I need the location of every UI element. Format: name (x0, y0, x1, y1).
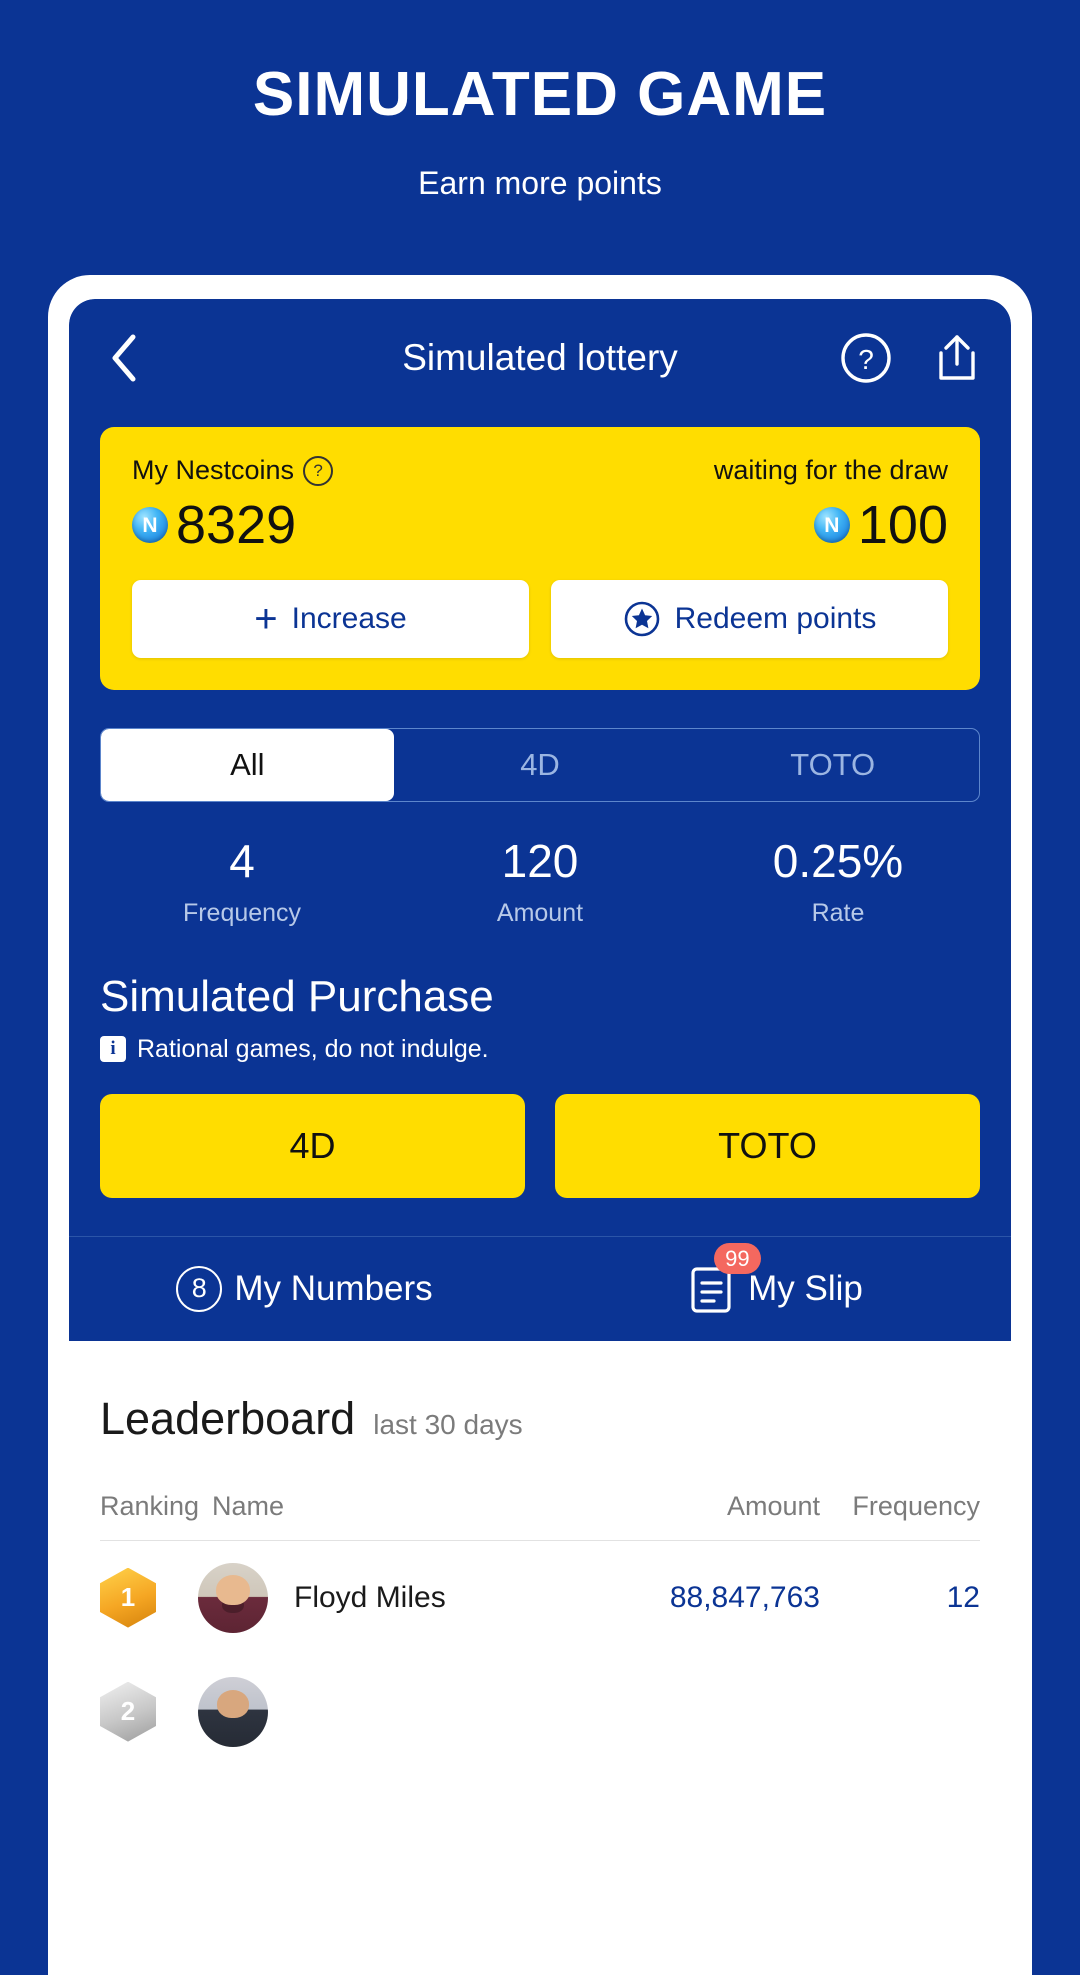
tab-toto[interactable]: TOTO (686, 729, 979, 801)
stats-row: 4 Frequency 120 Amount 0.25% Rate (93, 836, 987, 928)
tab-4d[interactable]: 4D (394, 729, 687, 801)
navbar-actions: ? (839, 331, 983, 385)
my-slip-icon-wrap: 99 (688, 1242, 761, 1315)
my-slip-button[interactable]: 99 My Slip (540, 1237, 1011, 1341)
leaderboard-section: Leaderboard last 30 days Ranking Name Am… (69, 1340, 1011, 1769)
stat-rate-label: Rate (811, 898, 865, 927)
stat-amount: 120 Amount (391, 836, 689, 928)
help-button[interactable]: ? (839, 331, 893, 385)
row-frequency: 12 (946, 1580, 980, 1614)
phone-screen: Simulated lottery ? My Nestcoins ? N 832… (69, 299, 1011, 1975)
promo-subtitle: Earn more points (418, 165, 662, 202)
my-slip-label: My Slip (748, 1268, 863, 1308)
stat-frequency-value: 4 (229, 835, 255, 887)
stat-amount-label: Amount (496, 898, 584, 927)
avatar (198, 1676, 268, 1747)
simulated-purchase-note-text: Rational games, do not indulge. (137, 1034, 489, 1063)
my-numbers-button[interactable]: 8 My Numbers (69, 1237, 540, 1341)
table-row[interactable]: 2 (100, 1655, 980, 1769)
rank-medal-gold: 1 (100, 1567, 156, 1628)
question-circle-icon: ? (841, 333, 891, 383)
stat-rate: 0.25% Rate (689, 836, 987, 928)
phone-frame: Simulated lottery ? My Nestcoins ? N 832… (48, 275, 1032, 1975)
filter-tabs: All 4D TOTO (100, 728, 980, 802)
promo-header: SIMULATED GAME Earn more points (0, 0, 1080, 202)
column-frequency: Frequency (852, 1490, 980, 1521)
my-nestcoins-block: My Nestcoins ? N 8329 (132, 455, 334, 552)
simulated-purchase-section: Simulated Purchase i Rational games, do … (100, 972, 980, 1198)
avatar (198, 1562, 268, 1633)
nestcoins-row: My Nestcoins ? N 8329 waiting for the dr… (132, 455, 948, 552)
chevron-left-icon (112, 334, 136, 382)
my-slip-badge: 99 (714, 1242, 761, 1275)
stat-amount-value: 120 (501, 835, 579, 887)
waiting-draw-block: waiting for the draw N 100 (714, 455, 948, 552)
redeem-points-button[interactable]: Redeem points (551, 580, 948, 658)
back-button[interactable] (97, 331, 151, 385)
svg-text:?: ? (858, 344, 874, 375)
nestcoin-icon: N (813, 507, 850, 543)
nestcoins-card: My Nestcoins ? N 8329 waiting for the dr… (100, 427, 980, 690)
leaderboard-column-headers: Ranking Name Amount Frequency (100, 1445, 980, 1541)
my-nestcoins-label: My Nestcoins (132, 455, 295, 485)
row-name: Floyd Miles (294, 1580, 446, 1614)
waiting-draw-label: waiting for the draw (713, 455, 948, 485)
rank-medal-silver: 2 (100, 1681, 156, 1742)
promo-title: SIMULATED GAME (252, 60, 828, 129)
numbered-circle-icon: 8 (176, 1265, 223, 1312)
app-bottom-bar: 8 My Numbers 99 My Slip (69, 1235, 1011, 1341)
simulated-purchase-title: Simulated Purchase (100, 971, 494, 1021)
purchase-buttons: 4D TOTO (100, 1093, 980, 1198)
leaderboard-subtitle: last 30 days (373, 1408, 523, 1440)
my-numbers-label: My Numbers (234, 1268, 433, 1308)
stat-rate-value: 0.25% (772, 835, 904, 887)
my-nestcoins-value-row: N 8329 (132, 498, 333, 552)
star-circle-icon (624, 601, 659, 637)
stat-frequency: 4 Frequency (93, 836, 391, 928)
waiting-draw-value-row: N 100 (714, 498, 948, 552)
my-nestcoins-value: 8329 (176, 495, 297, 555)
column-ranking: Ranking (100, 1490, 200, 1521)
plus-icon: + (254, 597, 278, 641)
share-upload-icon (939, 335, 975, 380)
table-row[interactable]: 1 Floyd Miles 88,847,763 12 (100, 1541, 980, 1655)
info-icon: i (100, 1036, 126, 1063)
medal-rank-label: 1 (100, 1567, 156, 1628)
column-name: Name (212, 1490, 285, 1521)
tab-all[interactable]: All (101, 729, 394, 801)
leaderboard-header: Leaderboard last 30 days (100, 1341, 980, 1445)
increase-button[interactable]: + Increase (132, 580, 529, 658)
leaderboard-title: Leaderboard (100, 1392, 356, 1444)
nestcoin-icon: N (132, 507, 168, 543)
row-amount: 88,847,763 (669, 1580, 820, 1614)
redeem-points-label: Redeem points (674, 602, 877, 635)
purchase-toto-button[interactable]: TOTO (555, 1093, 980, 1198)
simulated-purchase-note: i Rational games, do not indulge. (100, 1035, 980, 1064)
card-action-buttons: + Increase Redeem points (132, 580, 948, 658)
medal-rank-label: 2 (100, 1681, 156, 1742)
my-nestcoins-label-row: My Nestcoins ? (132, 455, 334, 486)
stat-frequency-label: Frequency (182, 898, 302, 927)
waiting-draw-value: 100 (857, 495, 948, 555)
app-navbar: Simulated lottery ? (69, 299, 1011, 417)
app-content-blue: Simulated lottery ? My Nestcoins ? N 832… (69, 299, 1011, 1341)
column-amount: Amount (726, 1490, 820, 1521)
question-circle-icon[interactable]: ? (303, 455, 334, 486)
increase-label: Increase (291, 602, 407, 635)
purchase-4d-button[interactable]: 4D (100, 1093, 525, 1198)
share-button[interactable] (931, 331, 983, 385)
